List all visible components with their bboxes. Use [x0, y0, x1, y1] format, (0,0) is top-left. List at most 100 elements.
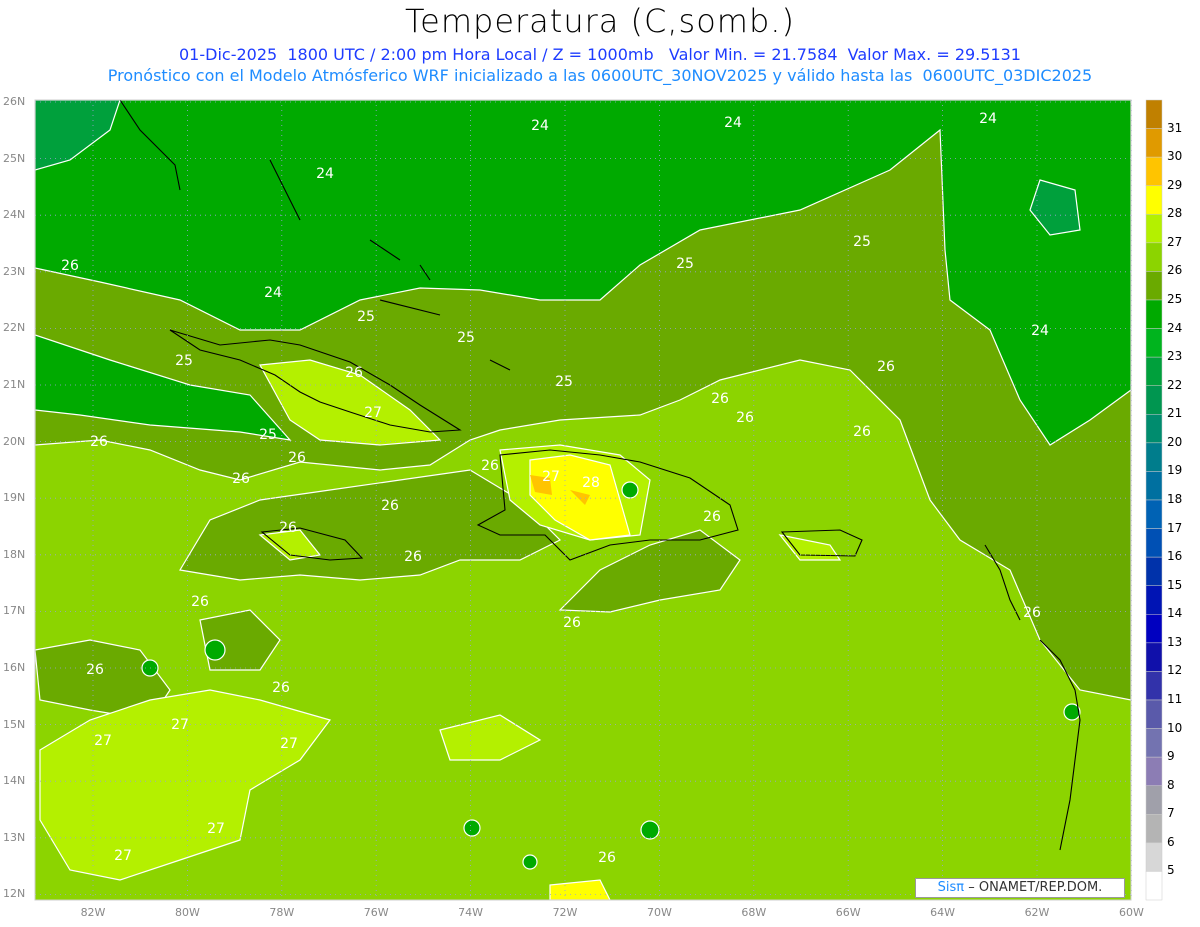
colorbar-label: 29: [1167, 177, 1183, 192]
contour-label: 26: [703, 509, 721, 525]
colorbar-label: 30: [1167, 149, 1183, 164]
lat-label: 13N: [3, 830, 26, 844]
lat-label: 17N: [3, 604, 26, 618]
lat-label: 24N: [3, 208, 26, 222]
colorbar-label: 20: [1167, 434, 1183, 449]
contour-label: 26: [232, 471, 250, 487]
colorbar-swatch: [1145, 128, 1163, 158]
colorbar-label: 18: [1167, 492, 1183, 506]
contour-label: 25: [357, 309, 375, 325]
colorbar-swatch: [1145, 785, 1163, 815]
colorbar-label: 6: [1167, 834, 1175, 849]
contour-label: 26: [272, 680, 290, 696]
colorbar-label: 27: [1167, 234, 1183, 249]
contour-label: 26: [90, 434, 108, 450]
colorbar-swatch: [1145, 614, 1163, 644]
contour-label: 27: [207, 821, 225, 837]
lat-label: 23N: [3, 264, 26, 278]
colorbar-swatch: [1145, 814, 1163, 844]
colorbar-swatch: [1145, 499, 1163, 529]
colorbar-label: 13: [1167, 634, 1183, 649]
contour-label: 26: [481, 458, 499, 474]
colorbar-swatch: [1145, 842, 1163, 872]
lon-label: 78W: [269, 906, 295, 919]
contour-label: 25: [676, 256, 694, 272]
colorbar-swatch: [1145, 214, 1163, 244]
contour-label: 25: [457, 330, 475, 346]
lat-label: 21N: [3, 378, 26, 391]
colorbar-label: 22: [1167, 377, 1183, 392]
colorbar-swatch: [1145, 242, 1163, 272]
colorbar-swatch: [1145, 99, 1163, 129]
contour-label: 27: [114, 848, 132, 864]
colorbar-swatch: [1145, 671, 1163, 701]
colorbar-label: 14: [1167, 606, 1183, 621]
colorbar-swatch: [1145, 156, 1163, 186]
colorbar-label: 5: [1167, 863, 1175, 878]
lon-label: 80W: [174, 906, 200, 919]
colorbar-label: 17: [1167, 520, 1183, 535]
lat-label: 26N: [3, 95, 26, 108]
colorbar-label: 9: [1167, 749, 1175, 764]
contour-label: 27: [542, 469, 560, 485]
colorbar-swatch: [1145, 442, 1163, 472]
colorbar-swatch: [1145, 528, 1163, 558]
credit-box: Sisπ – ONAMET/REP.DOM.: [915, 878, 1125, 898]
contour-label: 27: [364, 405, 382, 421]
contour-label: 26: [1023, 605, 1041, 621]
contour-label: 26: [288, 450, 306, 466]
contour-label: 27: [171, 717, 189, 733]
colorbar-label: 16: [1167, 549, 1183, 564]
colorbar-label: 25: [1167, 292, 1183, 306]
lat-label: 22N: [3, 321, 26, 335]
colorbar-swatch: [1145, 556, 1163, 586]
contour-label: 24: [724, 115, 742, 131]
colorbar-swatch: [1145, 356, 1163, 386]
lat-label: 19N: [3, 491, 26, 505]
lon-label: 74W: [458, 906, 484, 919]
contour-label: 26: [345, 365, 363, 381]
colorbar-swatch: [1145, 414, 1163, 444]
colorbar-label: 28: [1167, 206, 1183, 221]
contour-label: 24: [531, 118, 549, 134]
colorbar-label: 10: [1167, 720, 1183, 735]
lat-label: 18N: [3, 547, 26, 561]
colorbar-label: 26: [1167, 263, 1183, 278]
cold-cell: [463, 819, 481, 837]
sispi-logo: Sisπ: [937, 880, 965, 895]
contour-label: 25: [175, 353, 193, 369]
lon-label: 60W: [1118, 906, 1144, 919]
contour-label: 25: [259, 427, 277, 443]
contour-label: 26: [736, 410, 754, 426]
contour-label: 25: [555, 374, 573, 390]
colorbar-swatch: [1145, 642, 1163, 672]
colorbar-swatch: [1145, 328, 1163, 358]
colorbar-label: 12: [1167, 663, 1183, 678]
lon-label: 68W: [741, 906, 767, 919]
colorbar[interactable]: [1145, 99, 1163, 901]
colorbar-swatch: [1145, 385, 1163, 415]
cold-cell: [621, 481, 639, 499]
lon-label: 64W: [930, 906, 956, 919]
lon-label: 82W: [80, 906, 106, 919]
contour-label: 26: [598, 850, 616, 866]
lat-label: 15N: [3, 717, 26, 731]
colorbar-swatch: [1145, 471, 1163, 501]
lon-label: 66W: [835, 906, 861, 919]
temperature-map: 24 24 24 24 24 24 25 25 25 25 25 25 25 26 26 26 26 26 26 26…: [34, 99, 1163, 901]
cold-cell: [640, 820, 660, 840]
contour-label: 26: [86, 662, 104, 678]
colorbar-label: 8: [1167, 777, 1175, 792]
credit-text: – ONAMET/REP.DOM.: [968, 880, 1103, 895]
lon-label: 72W: [552, 906, 578, 919]
contour-label: 24: [979, 111, 997, 127]
lat-label: 12N: [3, 887, 26, 901]
cold-cell: [522, 854, 538, 870]
contour-label: 27: [280, 736, 298, 752]
colorbar-label: 23: [1167, 349, 1183, 364]
contour-label: 26: [563, 615, 581, 631]
lon-label: 70W: [646, 906, 672, 919]
colorbar-swatch: [1145, 871, 1163, 901]
colorbar-swatch: [1145, 585, 1163, 615]
lat-label: 14N: [3, 774, 26, 788]
